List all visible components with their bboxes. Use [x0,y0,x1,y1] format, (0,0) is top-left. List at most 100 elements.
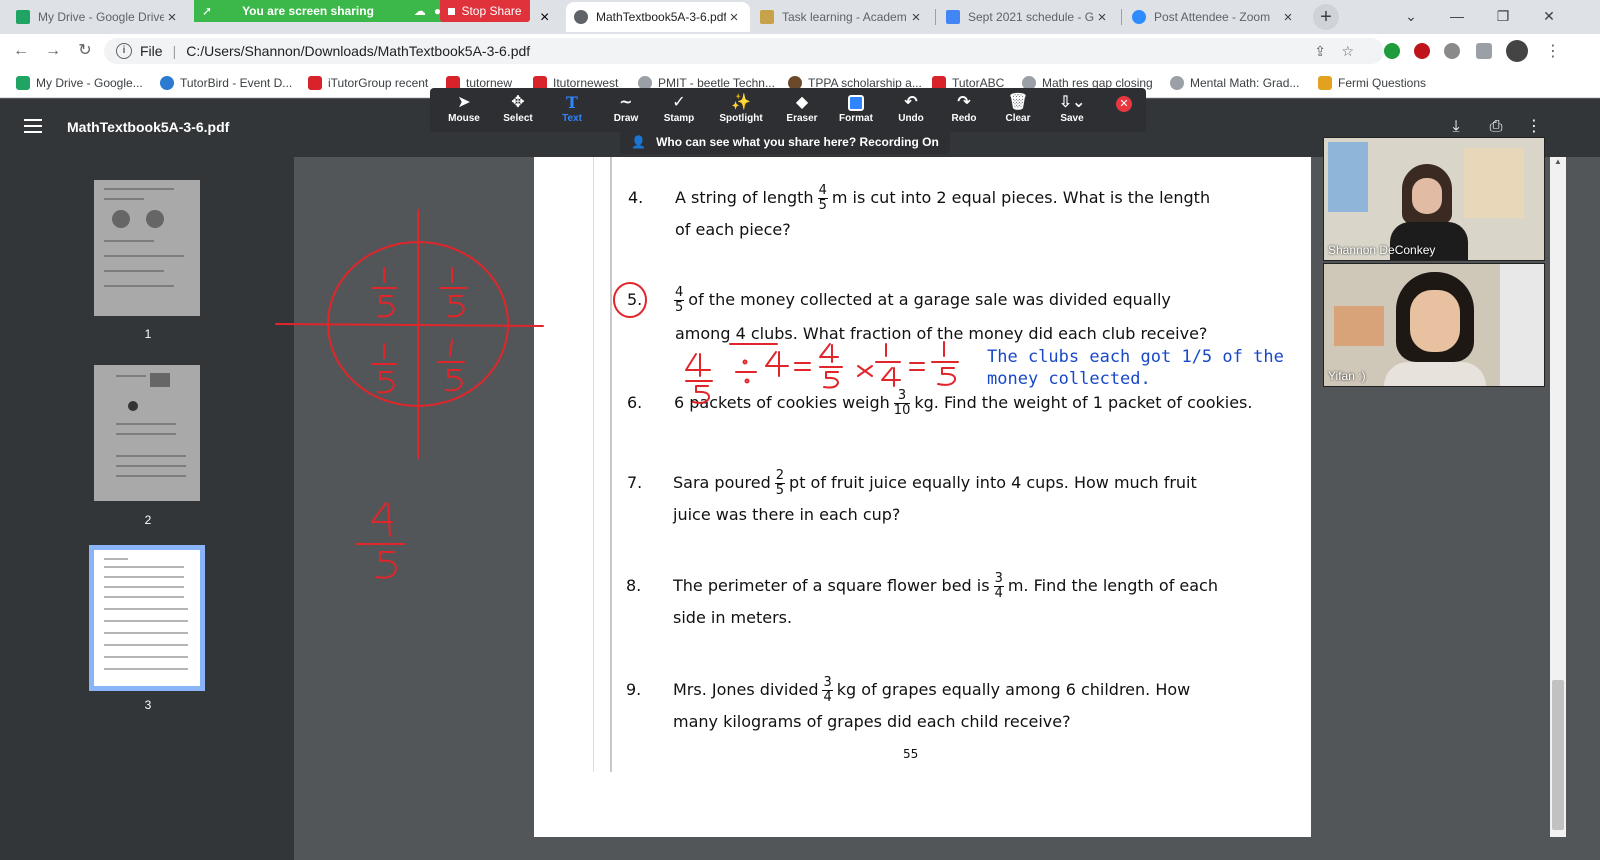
thumbnail-number: 1 [144,327,152,341]
question-7: Sara poured 2 5 pt of fruit juice equally i… [673,467,1197,499]
page-thumbnail-3[interactable] [89,545,205,691]
text-annotation[interactable]: The clubs each got 1/5 of the money coll… [987,346,1287,390]
tool-mouse[interactable]: ➤ Mouse [439,93,489,124]
bookmark-item[interactable]: My Drive - Google... [16,74,143,92]
bookmark-item[interactable]: Fermi Questions [1318,74,1426,92]
tab-pdf[interactable]: MathTextbook5A-3-6.pdf × [566,2,750,32]
denominator: 4 [994,586,1003,601]
video-tile-yifan[interactable]: Yifan :) [1323,263,1545,387]
video-tile-shannon[interactable]: Shannon DeConkey [1323,137,1545,261]
download-icon[interactable]: ⤓ [1446,117,1466,137]
fraction: 34 [822,675,833,705]
url-text: C:/Users/Shannon/Downloads/MathTextbook5… [186,43,531,59]
question-number: 5. [627,290,643,309]
denominator: 10 [893,403,911,418]
tool-redo[interactable]: ↷ Redo [939,93,989,124]
stop-share-label: Stop Share [461,4,522,18]
question-8: The perimeter of a square flower bed is 3… [673,570,1218,602]
question-number: 7. [627,473,643,492]
bookmark-item[interactable]: Mental Math: Grad... [1170,74,1299,92]
stop-share-button[interactable]: Stop Share [440,0,530,22]
eraser-icon: ◆ [795,94,809,111]
close-icon[interactable]: × [540,9,549,27]
more-options-icon[interactable]: ⋮ [1524,117,1544,137]
close-icon[interactable]: × [908,9,924,26]
extension-icon[interactable] [1384,43,1400,59]
numerator: 4 [674,285,685,301]
back-icon[interactable]: ← [10,40,32,62]
tool-label: Draw [613,113,639,124]
ublock-icon[interactable] [1414,43,1430,59]
question-9-line2: many kilograms of grapes did each child … [673,712,1071,731]
tool-label: Stamp [663,113,695,124]
window-close-icon[interactable]: ✕ [1526,0,1572,34]
tool-label: Redo [951,113,977,124]
forward-icon[interactable]: → [42,40,64,62]
tab-label: My Drive - Google Drive [38,10,164,24]
page-thumbnail-1[interactable] [94,180,200,316]
numerator: 3 [993,571,1004,587]
tool-label: Text [562,113,582,124]
check-icon: ✓ [672,94,686,111]
url-divider: | [172,43,177,59]
new-tab-button[interactable]: + [1313,4,1339,30]
question-text: of the money collected at a garage sale … [688,290,1171,309]
bookmark-item[interactable]: iTutorGroup recent [308,74,428,92]
tab-task-learning[interactable]: Task learning - Academ × [752,2,932,32]
tool-clear[interactable]: 🗑 Clear [993,93,1043,124]
bookmark-label: My Drive - Google... [36,76,143,90]
tab-zoom[interactable]: Post Attendee - Zoom × [1124,2,1304,32]
share-page-icon[interactable]: ⇪ [1314,43,1326,60]
scroll-up-icon[interactable]: ▲ [1554,157,1562,166]
person-body [1384,362,1486,386]
tool-select[interactable]: ✥ Select [493,93,543,124]
numerator: 3 [822,675,833,691]
info-icon[interactable]: i [116,43,132,59]
people-icon: 👤 [631,135,647,149]
question-text: 6 packets of cookies weigh [674,393,890,412]
page-margin-line [610,157,612,772]
extensions-puzzle-icon[interactable] [1476,43,1492,59]
profile-avatar[interactable] [1506,40,1528,62]
tool-format[interactable]: Format [831,93,881,124]
pdf-title: MathTextbook5A-3-6.pdf [67,119,230,135]
page-thumbnail-2[interactable] [94,365,200,501]
scrollbar-thumb[interactable] [1552,680,1564,830]
menu-icon[interactable] [24,119,42,135]
annotation-line: money collected. [987,369,1151,389]
tool-draw[interactable]: ∼ Draw [601,93,651,124]
cursor-icon: ➤ [457,94,471,111]
minimize-icon[interactable]: — [1434,0,1480,34]
tab-my-drive[interactable]: My Drive - Google Drive × [8,2,188,32]
address-bar[interactable]: i File | C:/Users/Shannon/Downloads/Math… [104,38,1384,64]
close-icon[interactable]: × [164,9,180,26]
tool-eraser[interactable]: ◆ Eraser [777,93,827,124]
fraction: 45 [674,285,685,315]
print-icon[interactable]: ⎙ [1486,117,1506,137]
tool-text[interactable]: T Text [547,93,597,124]
tab-sept-schedule[interactable]: Sept 2021 schedule - G × [938,2,1118,32]
close-annotation-icon[interactable]: ✕ [1116,96,1132,112]
bookmark-star-icon[interactable]: ☆ [1341,43,1354,60]
tool-save[interactable]: ⇩⌄ Save [1047,93,1097,124]
question-text: Sara poured [673,473,771,492]
tool-spotlight[interactable]: ✨ Spotlight [716,93,766,124]
participant-name: Shannon DeConkey [1328,243,1436,257]
google-drive-icon [16,10,30,24]
who-can-see-text: Who can see what you share here? Recordi… [656,135,939,149]
zoom-icon [1132,10,1146,24]
tool-undo[interactable]: ↶ Undo [886,93,936,124]
restore-icon[interactable]: ❐ [1480,0,1526,34]
close-icon[interactable]: × [726,9,742,26]
thumbnail-number: 2 [144,513,152,527]
close-icon[interactable]: × [1280,9,1296,26]
chrome-menu-icon[interactable]: ⋮ [1545,41,1561,61]
sharing-text: You are screen sharing [242,4,374,18]
bookmark-item[interactable]: TutorBird - Event D... [160,74,292,92]
who-can-see-banner[interactable]: 👤 Who can see what you share here? Recor… [620,130,950,154]
tab-search-icon[interactable]: ⌄ [1388,0,1434,34]
extension-icon[interactable] [1444,43,1460,59]
reload-icon[interactable]: ↻ [74,40,96,62]
tool-stamp[interactable]: ✓ Stamp [654,93,704,124]
close-icon[interactable]: × [1094,9,1110,26]
